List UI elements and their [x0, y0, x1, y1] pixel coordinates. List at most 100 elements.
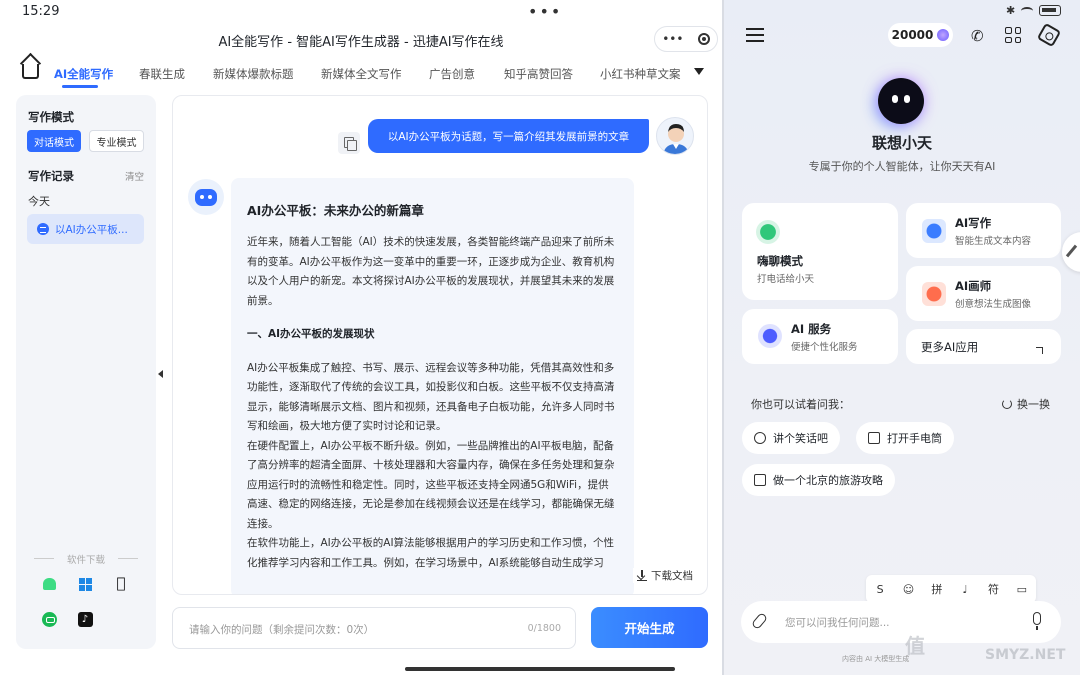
question-input-placeholder: 请输入你的问题（剩余提问次数：0次）: [189, 624, 375, 636]
service-icon: [758, 324, 782, 348]
window-handle-dots[interactable]: •••: [528, 2, 562, 21]
answer-title: AI办公平板：未来办公的新篇章: [247, 203, 424, 218]
clear-records-link[interactable]: 清空: [125, 169, 144, 183]
tab-media-article[interactable]: 新媒体全文写作: [321, 66, 402, 82]
assistant-input[interactable]: 您可以问我任何问题...: [741, 601, 1061, 643]
menu-icon[interactable]: [746, 28, 764, 42]
robot-icon: [195, 188, 217, 206]
download-doc-label: 下载文档: [651, 570, 693, 582]
card-title: AI画师: [955, 279, 992, 293]
writing-app-window: 15:29 ••• AI全能写作 - 智能AI写作生成器 - 迅捷AI写作在线 …: [0, 0, 722, 675]
close-target-icon[interactable]: [697, 33, 710, 45]
assistant-subtitle: 专属于你的个人智能体，让你天天有AI: [808, 160, 996, 173]
ai-painter-card[interactable]: AI画师 创意想法生成图像: [906, 266, 1061, 321]
home-indicator[interactable]: [405, 667, 675, 671]
status-time: 15:29: [22, 4, 60, 19]
attachment-icon[interactable]: [750, 611, 769, 631]
generate-button[interactable]: 开始生成: [591, 607, 708, 648]
tab-xiaohongshu[interactable]: 小红书种草文案: [600, 66, 681, 82]
user-avatar: [656, 117, 694, 155]
collapse-sidebar-icon[interactable]: [158, 370, 163, 378]
pro-mode-button[interactable]: 专业模式: [89, 130, 144, 152]
answer-content: AI办公平板：未来办公的新篇章 近年来，随着人工智能（AI）技术的快速发展，各类…: [231, 178, 634, 594]
writing-icon: [922, 219, 946, 243]
refresh-icon: [1002, 399, 1012, 409]
ai-service-card[interactable]: AI 服务 便捷个性化服务: [742, 309, 898, 364]
tab-media-title[interactable]: 新媒体爆款标题: [213, 66, 294, 82]
records-heading: 写作记录: [28, 169, 74, 183]
suggestion-chip-travel[interactable]: 做一个北京的旅游攻略: [742, 464, 895, 496]
answer-paragraph: 在软件功能上，AI办公平板的AI算法能够根据用户的学习历史和工作习惯，个性化推荐…: [247, 537, 615, 569]
download-heading: 软件下载: [34, 552, 138, 566]
tab-ad-creative[interactable]: 广告创意: [429, 66, 475, 82]
battery-icon: [1039, 5, 1062, 16]
smile-icon: [754, 432, 766, 444]
assistant-input-placeholder: 您可以问我任何问题...: [785, 617, 890, 629]
answer-paragraph: 在硬件配置上，AI办公平板不断升级。例如，一些品牌推出的AI平板电脑，配备了高分…: [247, 439, 615, 530]
writing-sidebar: 写作模式 对话模式 专业模式 写作记录 清空 今天 以AI办公平板... 软件下…: [16, 95, 156, 649]
microphone-icon[interactable]: [1033, 612, 1041, 630]
download-doc-button[interactable]: 下载文档: [633, 568, 697, 583]
copy-icon[interactable]: [338, 132, 360, 154]
watermark-text: SMYZ.NET: [985, 647, 1066, 663]
tab-zhihu-answer[interactable]: 知乎高赞回答: [504, 66, 573, 82]
settings-icon[interactable]: [1036, 22, 1062, 48]
chat-mode-button[interactable]: 对话模式: [27, 130, 81, 152]
phone-icon[interactable]: ✆: [971, 27, 984, 45]
wifi-icon: [1021, 6, 1034, 15]
apps-grid-icon[interactable]: [1005, 27, 1021, 43]
suggestion-chip-joke[interactable]: 讲个笑话吧: [742, 422, 840, 454]
suggestion-label: 你也可以试着问我：: [751, 398, 850, 411]
suggestion-chip-flashlight[interactable]: 打开手电筒: [856, 422, 954, 454]
answer-section-heading: 一、AI办公平板的发展现状: [247, 328, 375, 340]
ime-symbol-key[interactable]: 符: [986, 581, 1000, 597]
system-status-icons: ✱: [1006, 4, 1062, 17]
tab-couplet[interactable]: 春联生成: [139, 66, 185, 82]
mode-heading: 写作模式: [28, 110, 74, 124]
refresh-button[interactable]: 换一换: [1002, 396, 1050, 412]
document-icon: [37, 223, 49, 235]
ime-voice-icon[interactable]: ♩: [958, 583, 972, 596]
more-ai-apps-card[interactable]: 更多AI应用: [906, 329, 1061, 364]
android-icon[interactable]: [40, 575, 58, 593]
points-badge[interactable]: 20000: [888, 23, 953, 47]
luggage-icon: [754, 474, 766, 486]
card-title: 更多AI应用: [921, 340, 979, 354]
ime-pinyin-key[interactable]: 拼: [930, 581, 944, 597]
watermark-logo: 值: [905, 634, 925, 658]
apple-icon[interactable]: : [112, 574, 130, 592]
category-tabs: AI全能写作 春联生成 新媒体爆款标题 新媒体全文写作 广告创意 知乎高赞回答 …: [0, 58, 722, 90]
paint-icon: [922, 282, 946, 306]
card-title: 嗨聊模式: [757, 254, 803, 268]
more-icon[interactable]: •••: [662, 32, 683, 46]
chat-mode-card[interactable]: 嗨聊模式 打电话给小天: [742, 203, 898, 300]
chip-label: 打开手电筒: [887, 432, 942, 445]
miniapp-capsule[interactable]: •••: [654, 26, 718, 52]
card-subtitle: 智能生成文本内容: [955, 236, 1032, 247]
user-message-bubble: 以AI办公平板为话题，写一篇介绍其发展前景的文章: [368, 119, 649, 153]
call-icon: [756, 220, 780, 244]
card-subtitle: 创意想法生成图像: [955, 299, 1032, 310]
record-item[interactable]: 以AI办公平板...: [27, 214, 144, 244]
points-value: 20000: [891, 28, 934, 42]
points-icon: [937, 29, 950, 41]
ime-keyboard-icon[interactable]: ▭: [1015, 583, 1029, 596]
web-link-icon[interactable]: [40, 610, 58, 628]
chip-label: 讲个笑话吧: [773, 432, 828, 445]
ai-writing-card[interactable]: AI写作 智能生成文本内容: [906, 203, 1061, 258]
ime-emoji-icon[interactable]: ☺: [901, 583, 915, 596]
tab-ai-writing[interactable]: AI全能写作: [54, 66, 113, 82]
windows-icon[interactable]: [76, 575, 94, 593]
tiktok-icon[interactable]: ♪: [76, 610, 94, 628]
ime-sogou-icon[interactable]: S: [873, 583, 887, 596]
chat-panel: 以AI办公平板为话题，写一篇介绍其发展前景的文章 AI办公平板：未来办公的新篇章…: [172, 95, 708, 595]
chip-label: 做一个北京的旅游攻略: [773, 474, 883, 487]
bot-avatar: [188, 179, 224, 215]
bluetooth-icon: ✱: [1006, 4, 1016, 17]
page-title: AI全能写作 - 智能AI写作生成器 - 迅捷AI写作在线: [218, 35, 504, 50]
flashlight-icon: [868, 432, 880, 444]
card-subtitle: 打电话给小天: [757, 274, 815, 285]
question-input[interactable]: 请输入你的问题（剩余提问次数：0次） 0/1800: [172, 607, 576, 649]
tabs-dropdown-icon[interactable]: [694, 68, 704, 75]
home-icon[interactable]: [22, 64, 39, 79]
